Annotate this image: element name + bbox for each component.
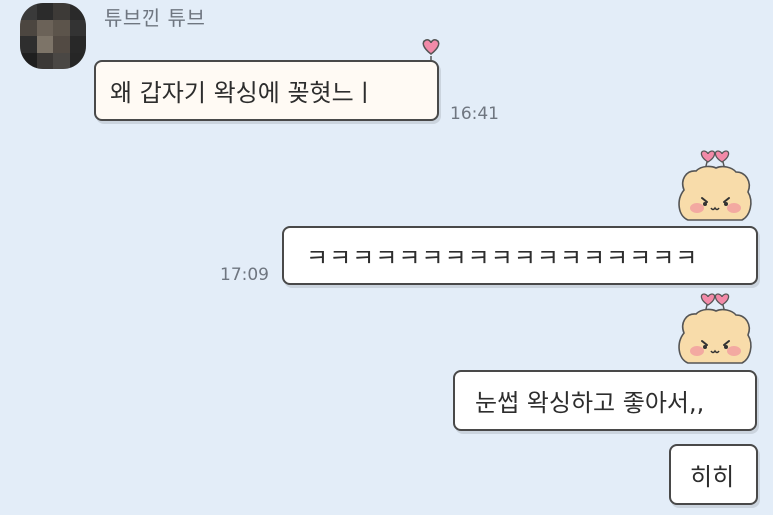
bear-sticker-icon: [678, 293, 752, 364]
message-text: ㅋㅋㅋㅋㅋㅋㅋㅋㅋㅋㅋㅋㅋㅋㅋㅋㅋ: [306, 244, 699, 272]
message-bubble-outgoing[interactable]: 눈썹 왁싱하고 좋아서,,: [453, 370, 757, 431]
message-bubble-outgoing[interactable]: ㅋㅋㅋㅋㅋㅋㅋㅋㅋㅋㅋㅋㅋㅋㅋㅋㅋ: [282, 226, 758, 285]
message-text: 히히: [690, 463, 735, 491]
bear-sticker-icon: [678, 150, 752, 221]
message-bubble-incoming[interactable]: 왜 갑자기 왁싱에 꽂혓느ㅣ: [94, 60, 439, 121]
message-time: 16:41: [450, 104, 499, 124]
message-bubble-outgoing[interactable]: 히히: [669, 444, 758, 505]
message-time: 17:09: [220, 265, 269, 285]
message-text: 왜 갑자기 왁싱에 꽂혓느ㅣ: [110, 79, 376, 107]
sender-name: 튜브낀 튜브: [104, 6, 206, 30]
message-text: 눈썹 왁싱하고 좋아서,,: [475, 389, 705, 417]
avatar[interactable]: [20, 3, 86, 69]
